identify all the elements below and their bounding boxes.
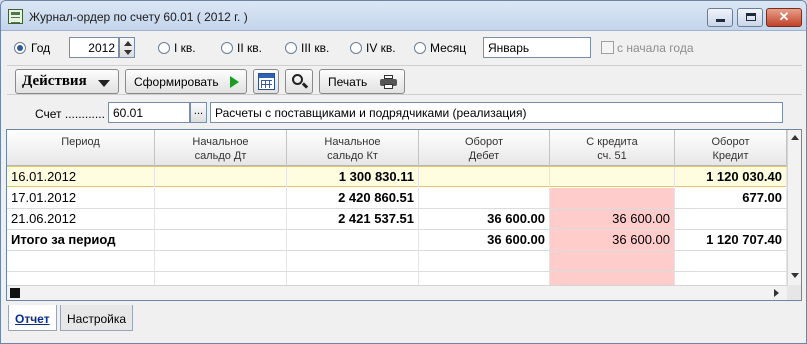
cell-turnover-credit[interactable]: 677.00 (675, 188, 787, 208)
cell-opening-credit[interactable]: 2 421 537.51 (287, 209, 419, 229)
title-bar[interactable]: Журнал-ордер по счету 60.01 ( 2012 г. ) … (1, 1, 806, 31)
radio-q1-label[interactable]: I кв. (174, 41, 196, 55)
radio-q2[interactable] (221, 42, 233, 54)
report-icon (8, 9, 23, 24)
cell-period[interactable]: Итого за период (7, 230, 155, 250)
cell-period[interactable]: 21.06.2012 (7, 209, 155, 229)
vertical-scrollbar[interactable] (787, 130, 801, 285)
cell-turnover-credit[interactable]: 1 120 707.40 (675, 230, 787, 250)
cell-turnover-debit[interactable] (419, 167, 550, 187)
print-label: Печать (328, 75, 368, 89)
window-title: Журнал-ордер по счету 60.01 ( 2012 г. ) (29, 10, 248, 24)
col-header-credit-51[interactable]: С кредита сч. 51 (550, 130, 675, 166)
cell-opening-credit[interactable]: 1 300 830.11 (287, 167, 419, 187)
scroll-right-icon[interactable] (774, 289, 779, 297)
tab-report[interactable]: Отчет (8, 305, 57, 331)
cell-credit-51[interactable]: 36 600.00 (550, 230, 675, 250)
col-header-turnover-credit[interactable]: Оборот Кредит (675, 130, 787, 166)
from-year-start-checkbox[interactable] (601, 41, 614, 54)
period-calendar-button[interactable] (253, 69, 279, 94)
account-browse-button[interactable]: ... (190, 102, 207, 123)
account-label: Счет ............ (35, 107, 105, 121)
grid-header: Период Начальное сальдо Дт Начальное сал… (7, 130, 787, 166)
maximize-button[interactable] (737, 8, 763, 27)
radio-q1[interactable] (158, 42, 170, 54)
cell-credit-51[interactable] (550, 167, 675, 187)
close-icon: ✕ (778, 9, 790, 24)
form-report-button[interactable]: Сформировать (125, 69, 247, 94)
maximize-icon (746, 13, 756, 21)
month-input[interactable]: Январь (483, 37, 591, 58)
calendar-icon (258, 73, 275, 90)
from-year-start-label: с начала года (617, 41, 694, 55)
col-header-turnover-debit[interactable]: Оборот Дебет (419, 130, 550, 166)
cell-turnover-debit[interactable]: 36 600.00 (419, 230, 550, 250)
actions-menu-button[interactable]: Действия (15, 69, 119, 94)
scroll-down-icon[interactable] (791, 273, 799, 278)
cell-opening-debit[interactable] (155, 167, 287, 187)
cell-turnover-debit[interactable]: 36 600.00 (419, 209, 550, 229)
table-row[interactable]: 16.01.2012 1 300 830.11 1 120 030.40 (7, 166, 787, 187)
col-header-opening-debit[interactable]: Начальное сальдо Дт (155, 130, 287, 166)
radio-q3-label[interactable]: III кв. (301, 41, 329, 55)
journal-order-window: Журнал-ордер по счету 60.01 ( 2012 г. ) … (0, 0, 807, 344)
year-spinner[interactable] (119, 37, 135, 58)
minimize-icon (716, 19, 725, 22)
minimize-button[interactable] (707, 8, 733, 27)
cell-opening-debit[interactable] (155, 230, 287, 250)
tab-settings[interactable]: Настройка (60, 305, 134, 331)
report-grid: Период Начальное сальдо Дт Начальное сал… (6, 129, 802, 301)
cell-opening-debit[interactable] (155, 188, 287, 208)
cell-turnover-credit[interactable]: 1 120 030.40 (675, 167, 787, 187)
cell-turnover-credit[interactable] (675, 209, 787, 229)
radio-year-label[interactable]: Год (31, 41, 50, 55)
bottom-tabs: Отчет Настройка (1, 303, 806, 343)
horizontal-scrollbar[interactable] (7, 285, 787, 300)
account-name-field: Расчеты с поставщиками и подрядчиками (р… (210, 102, 783, 123)
print-button[interactable]: Печать (319, 69, 405, 94)
cell-credit-51[interactable]: 36 600.00 (550, 209, 675, 229)
play-icon (230, 76, 239, 88)
form-report-label: Сформировать (134, 75, 219, 89)
scroll-corner (787, 285, 801, 300)
cell-period[interactable]: 17.01.2012 (7, 188, 155, 208)
close-button[interactable]: ✕ (766, 8, 802, 27)
printer-icon (380, 75, 397, 89)
radio-q4[interactable] (350, 42, 362, 54)
radio-q4-label[interactable]: IV кв. (366, 41, 396, 55)
search-button[interactable] (285, 69, 313, 94)
cell-opening-credit[interactable]: 2 420 860.51 (287, 188, 419, 208)
cell-credit-51[interactable] (550, 188, 675, 208)
cell-opening-debit[interactable] (155, 209, 287, 229)
cell-turnover-debit[interactable] (419, 188, 550, 208)
toolbar: Действия Сформировать Печать (7, 65, 802, 95)
table-row[interactable]: 21.06.2012 2 421 537.51 36 600.00 36 600… (7, 209, 787, 230)
total-row[interactable]: Итого за период 36 600.00 36 600.00 1 12… (7, 230, 787, 251)
cell-opening-credit[interactable] (287, 230, 419, 250)
cell-period[interactable]: 16.01.2012 (7, 167, 155, 187)
col-header-opening-credit[interactable]: Начальное сальдо Кт (287, 130, 419, 166)
actions-label: Действия (22, 73, 87, 89)
spin-up-icon[interactable] (124, 41, 132, 46)
radio-q3[interactable] (285, 42, 297, 54)
account-code-input[interactable]: 60.01 (108, 102, 190, 123)
scroll-up-icon[interactable] (791, 135, 799, 140)
radio-q2-label[interactable]: II кв. (237, 41, 262, 55)
spin-down-icon[interactable] (124, 50, 132, 55)
table-row[interactable]: 17.01.2012 2 420 860.51 677.00 (7, 188, 787, 209)
radio-month-label[interactable]: Месяц (430, 41, 466, 55)
radio-year[interactable] (14, 42, 26, 54)
radio-month[interactable] (414, 42, 426, 54)
scroll-thumb[interactable] (10, 288, 20, 298)
year-input[interactable]: 2012 (69, 37, 119, 58)
chevron-down-icon (98, 80, 110, 87)
period-selector: Год 2012 I кв. II кв. III кв. IV кв. Мес… (1, 33, 806, 61)
col-header-period[interactable]: Период (7, 130, 155, 166)
empty-row (7, 251, 787, 272)
